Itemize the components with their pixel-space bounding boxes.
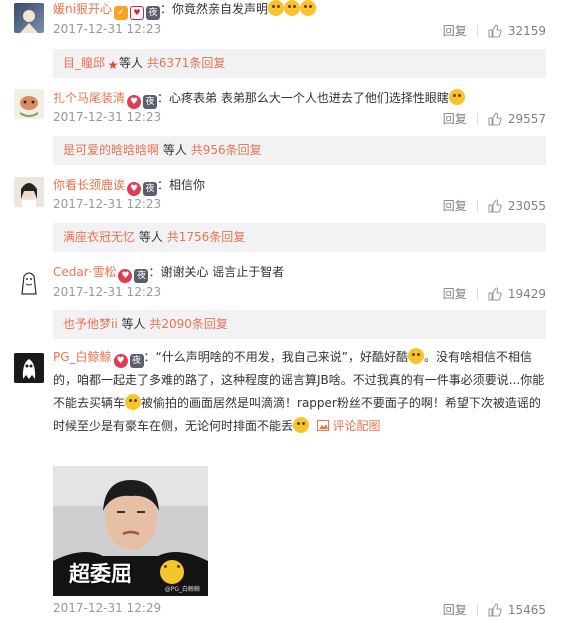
like-count: 19429: [507, 286, 546, 301]
reply-button[interactable]: 回复: [443, 285, 467, 302]
comment-time: 2017-12-31 12:23: [53, 22, 162, 36]
comment-username[interactable]: 你看长颈鹿诶: [53, 178, 125, 192]
avatar[interactable]: [14, 353, 44, 383]
comment-text-line: 被偷拍的画面居然是叫滴滴！rapper粉丝不要面子的啊！希望下次被造谣的: [141, 396, 541, 410]
avatar[interactable]: [14, 89, 44, 119]
emoji-icon: [293, 417, 310, 433]
comment-username[interactable]: 媛ni狠开心: [53, 2, 112, 16]
sub-reply-mid: 等人: [119, 56, 144, 70]
sub-reply-bar[interactable]: 满座衣冠无忆 等人 共1756条回复: [53, 223, 546, 252]
comment-picture-link[interactable]: 评论配图: [332, 419, 380, 433]
comment-text-line: ：“什么声明啥的不用发，我自己来说”，好酷好酷: [143, 350, 408, 364]
heart-badge-icon: ♥: [113, 354, 128, 368]
emoji-icon: [125, 394, 142, 410]
avatar[interactable]: [14, 266, 44, 296]
sub-reply-mid: 等人: [121, 317, 146, 331]
comment-time: 2017-12-31 12:29: [53, 601, 162, 615]
divider: [476, 24, 478, 37]
sub-reply-bar[interactable]: 目_瞳邱 ★等人 共6371条回复: [53, 49, 546, 78]
comment-username[interactable]: Cedar·雪松: [53, 265, 116, 279]
comment-text: ：相信你: [157, 178, 206, 192]
comment-text: ：你竟然亲自发声明: [159, 2, 268, 16]
sub-reply-count[interactable]: 共2090条回复: [149, 317, 228, 331]
like-count: 32159: [507, 23, 546, 38]
night-badge-icon: 夜: [145, 6, 160, 20]
reply-button[interactable]: 回复: [443, 197, 467, 214]
comment-picture[interactable]: 超委屈 @PG_白鲸鲸: [53, 466, 208, 596]
sub-reply-user[interactable]: 满座衣冠无忆: [63, 230, 135, 244]
comment-text: ：谢谢关心 谣言止于智者: [148, 265, 285, 279]
reply-button[interactable]: 回复: [443, 110, 467, 127]
vip-badge-icon: ✓: [113, 6, 128, 20]
emoji-icon: [407, 348, 424, 364]
night-badge-icon: 夜: [143, 182, 158, 196]
thumbs-up-icon[interactable]: [488, 111, 502, 126]
comment-text: ：心疼表弟 表弟那么大一个人也进去了他们选择性眼瞎: [157, 91, 449, 105]
night-badge-icon: 夜: [129, 354, 144, 368]
comment-text-line: 不能去买辆车: [53, 396, 126, 410]
like-count: 15465: [507, 602, 546, 617]
night-badge-icon: 夜: [134, 269, 149, 283]
comment-username[interactable]: PG_白鲸鲸: [53, 350, 112, 364]
heart-badge-icon: ♥: [127, 95, 142, 109]
comment-time: 2017-12-31 12:23: [53, 285, 162, 299]
sub-reply-bar[interactable]: 是可爱的晗晗晗啊 等人 共956条回复: [53, 136, 546, 165]
thumbs-up-icon[interactable]: [488, 23, 502, 38]
comment-username[interactable]: 扎个马尾装清: [53, 91, 125, 105]
like-count: 29557: [507, 111, 546, 126]
comment-time: 2017-12-31 12:23: [53, 197, 162, 211]
divider: [476, 603, 478, 616]
emoji-icon: [299, 0, 316, 16]
divider: [476, 112, 478, 125]
comment-text-line: 时候至少是有豪车在侧，无论何时排面不能丢: [53, 419, 294, 433]
comment-text-line: 的，咱都一起走了多难的路了，这种程度的谣言算JB啥。不过我真的有一件事必须要说.…: [53, 373, 545, 387]
like-count: 23055: [507, 198, 546, 213]
avatar[interactable]: [14, 177, 44, 207]
thumbs-up-icon[interactable]: [488, 286, 502, 301]
thumbs-up-icon[interactable]: [488, 198, 502, 213]
emoji-icon: [267, 0, 284, 16]
picture-watermark: @PG_白鲸鲸: [164, 586, 200, 593]
sub-reply-user[interactable]: 是可爱的晗晗晗啊: [63, 143, 159, 157]
sub-reply-count[interactable]: 共1756条回复: [167, 230, 246, 244]
star-icon: ★: [107, 58, 119, 72]
comment-text-line: 。没有啥相信不相信: [423, 350, 532, 364]
avatar[interactable]: [14, 3, 44, 33]
sub-reply-bar[interactable]: 也予他梦ii 等人 共2090条回复: [53, 310, 546, 339]
gift-badge-icon: ♥: [129, 6, 144, 20]
picture-icon[interactable]: [316, 420, 329, 431]
sub-reply-user[interactable]: 目_瞳邱: [63, 56, 105, 70]
thumbs-up-icon[interactable]: [488, 602, 502, 617]
heart-badge-icon: ♥: [127, 182, 142, 196]
heart-badge-icon: ♥: [118, 269, 133, 283]
picture-caption: 超委屈: [69, 562, 132, 586]
reply-button[interactable]: 回复: [443, 22, 467, 39]
divider: [476, 287, 478, 300]
sub-reply-count[interactable]: 共6371条回复: [147, 56, 226, 70]
sub-reply-count[interactable]: 共956条回复: [191, 143, 262, 157]
emoji-icon: [448, 89, 465, 105]
emoji-icon: [283, 0, 300, 16]
night-badge-icon: 夜: [143, 95, 158, 109]
comment-body: PG_白鲸鲸 ♥ 夜：“什么声明啥的不用发，我自己来说”，好酷好酷 。没有啥相信不相信…: [53, 346, 549, 438]
sub-reply-mid: 等人: [138, 230, 163, 244]
sub-reply-user[interactable]: 也予他梦ii: [63, 317, 118, 331]
sad-emoji-icon: [160, 560, 184, 584]
divider: [476, 199, 478, 212]
sub-reply-mid: 等人: [162, 143, 187, 157]
comment-time: 2017-12-31 12:23: [53, 110, 162, 124]
reply-button[interactable]: 回复: [443, 601, 467, 618]
